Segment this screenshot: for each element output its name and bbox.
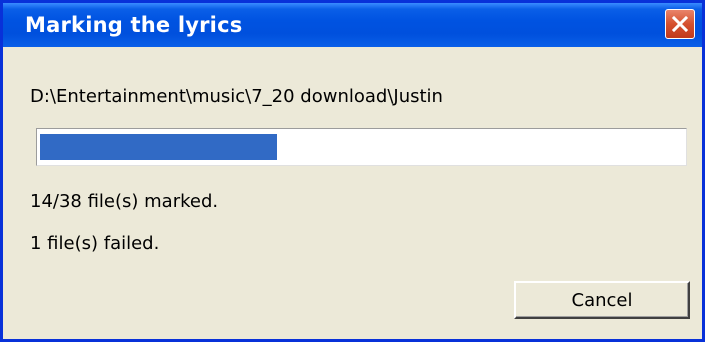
marked-count-status: 14/38 file(s) marked. <box>30 191 219 212</box>
title-bar[interactable]: Marking the lyrics <box>3 3 702 47</box>
progress-bar <box>36 128 687 166</box>
dialog-title: Marking the lyrics <box>25 13 243 37</box>
lyrics-marking-dialog: Marking the lyrics D:\Entertainment\musi… <box>0 0 705 342</box>
cancel-button[interactable]: Cancel <box>514 281 690 319</box>
progress-fill <box>40 134 277 160</box>
current-folder-path: D:\Entertainment\music\7_20 download\Jus… <box>30 86 443 107</box>
close-icon <box>671 15 689 33</box>
close-button[interactable] <box>665 9 695 39</box>
failed-count-status: 1 file(s) failed. <box>30 233 160 254</box>
